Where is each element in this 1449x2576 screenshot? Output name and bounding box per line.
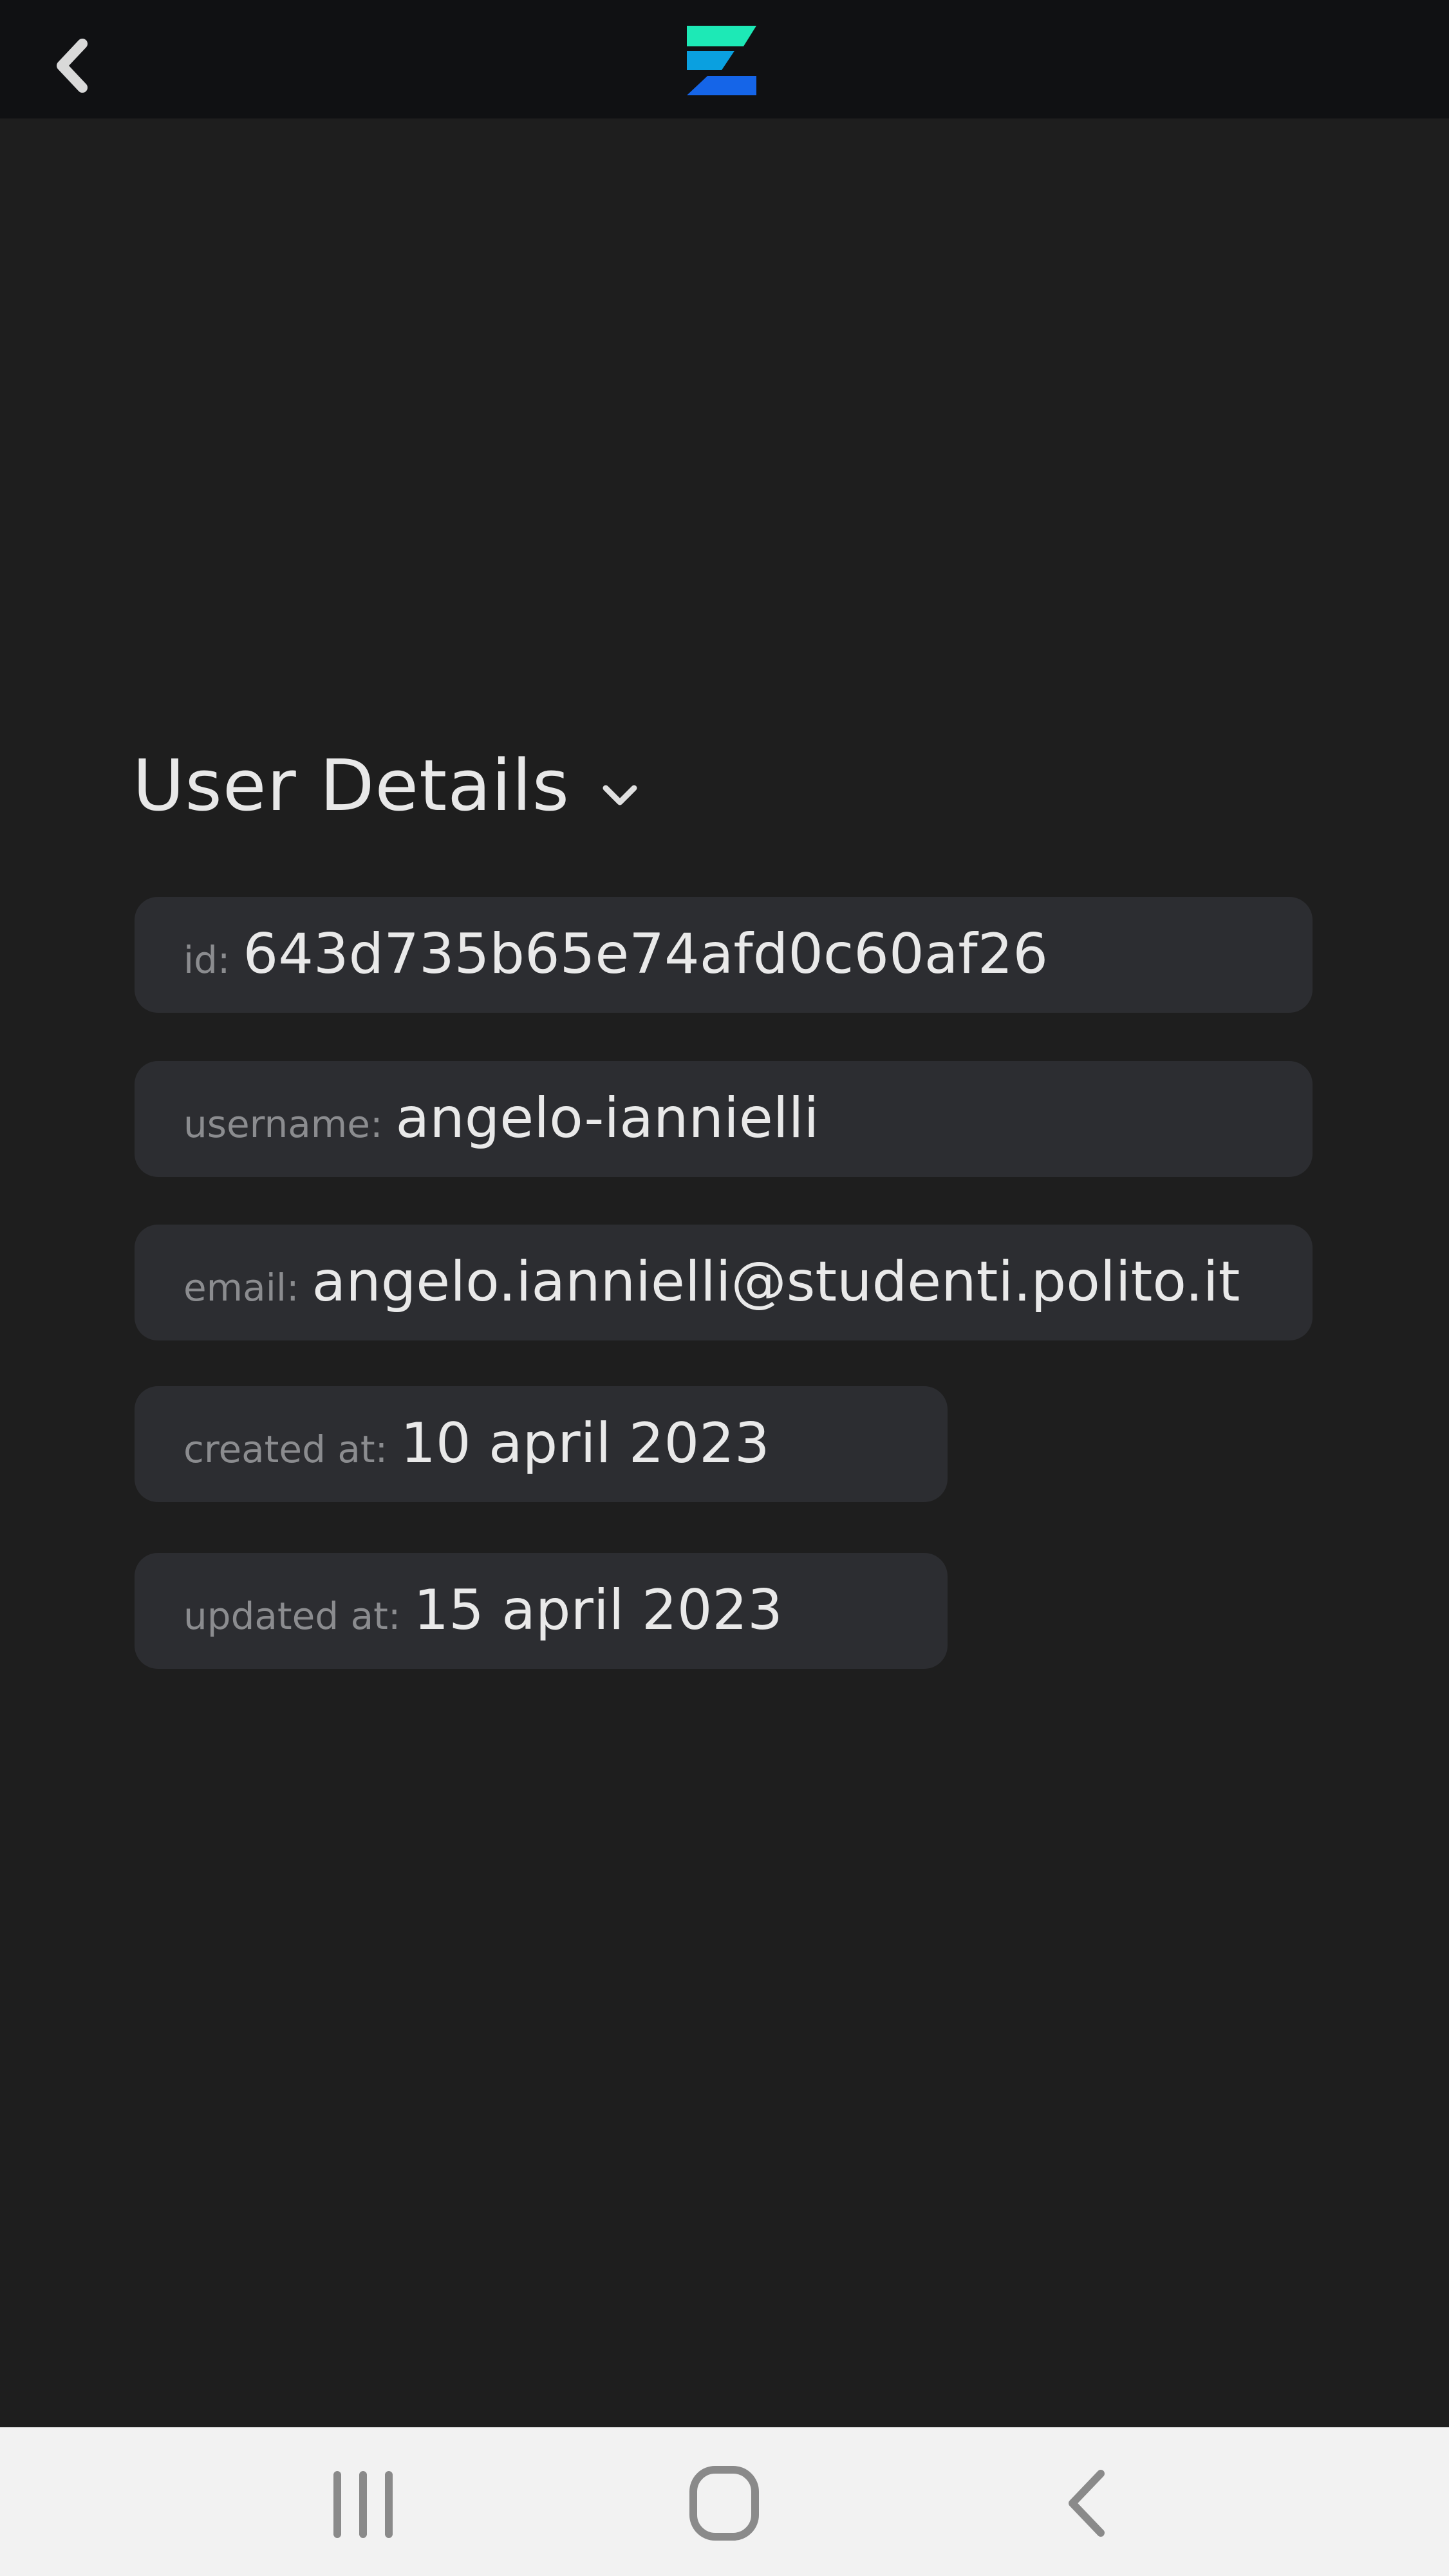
app-logo xyxy=(684,23,758,97)
username-label: username: xyxy=(183,1102,383,1146)
email-value: angelo.iannielli@studenti.polito.it xyxy=(312,1250,1240,1314)
email-label: email: xyxy=(183,1266,299,1310)
id-field: id: 643d735b65e74afd0c60af26 xyxy=(135,897,1313,1013)
top-bar xyxy=(0,0,1449,118)
created-at-field: created at: 10 april 2023 xyxy=(135,1386,948,1502)
z-logo-icon xyxy=(687,26,756,95)
chevron-down-icon xyxy=(603,785,637,805)
user-details-toggle[interactable]: User Details xyxy=(133,740,639,831)
updated-at-value: 15 april 2023 xyxy=(413,1578,783,1642)
home-button[interactable] xyxy=(679,2466,769,2543)
system-back-button[interactable] xyxy=(1043,2466,1133,2543)
system-nav-bar xyxy=(0,2427,1449,2576)
section-title: User Details xyxy=(133,744,570,827)
back-button[interactable] xyxy=(42,33,107,98)
username-field: username: angelo-iannielli xyxy=(135,1061,1313,1177)
created-at-value: 10 april 2023 xyxy=(400,1411,770,1476)
id-label: id: xyxy=(183,938,230,982)
updated-at-label: updated at: xyxy=(183,1594,401,1638)
app-screen: User Details id: 643d735b65e74afd0c60af2… xyxy=(0,0,1449,2576)
chevron-left-icon xyxy=(57,39,88,93)
email-field: email: angelo.iannielli@studenti.polito.… xyxy=(135,1225,1313,1340)
username-value: angelo-iannielli xyxy=(395,1086,819,1151)
created-at-label: created at: xyxy=(183,1427,388,1471)
recent-apps-icon xyxy=(333,2471,393,2538)
recent-apps-button[interactable] xyxy=(318,2466,408,2543)
updated-at-field: updated at: 15 april 2023 xyxy=(135,1553,948,1669)
id-value: 643d735b65e74afd0c60af26 xyxy=(243,922,1049,986)
home-icon xyxy=(689,2466,759,2541)
back-icon xyxy=(1069,2470,1105,2537)
